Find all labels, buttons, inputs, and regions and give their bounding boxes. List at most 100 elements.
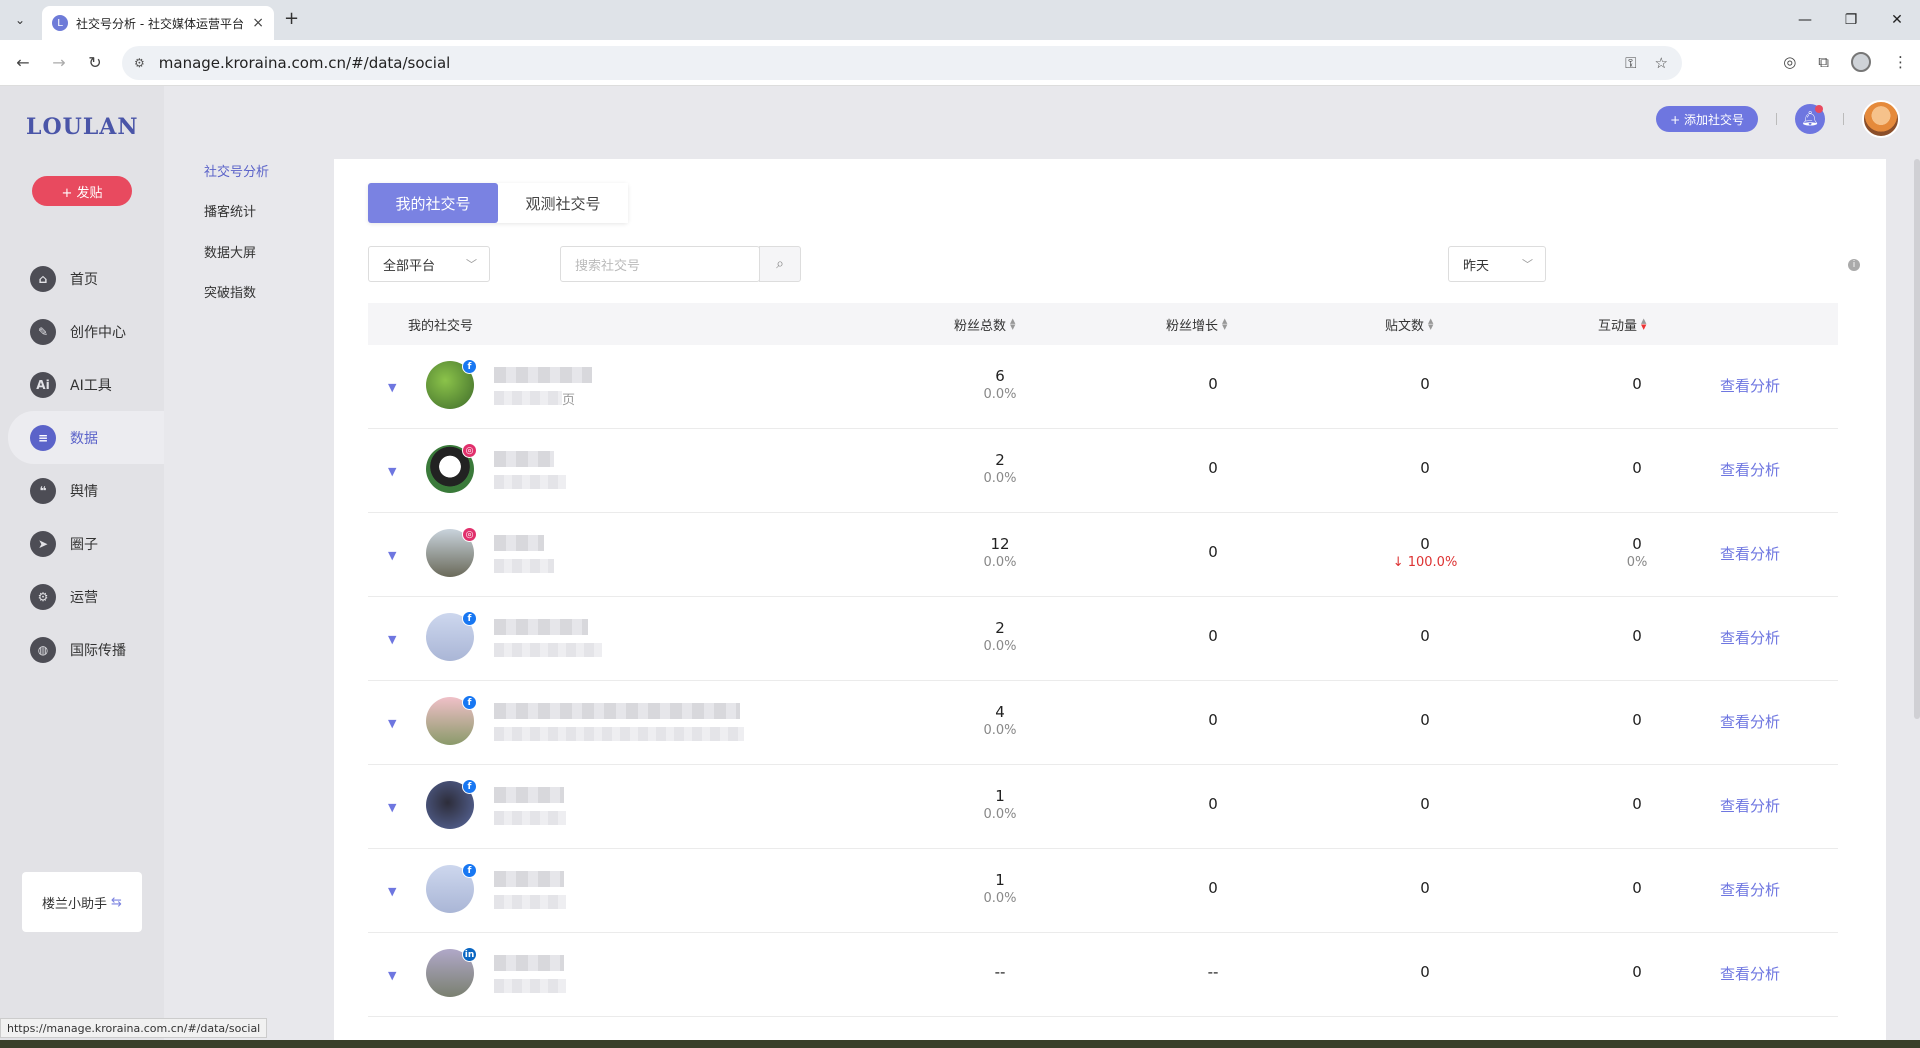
reload-icon[interactable]: ↻ <box>82 53 108 72</box>
sidebar-item-3[interactable]: ≡ 数据 <box>8 411 164 464</box>
view-analysis-link[interactable]: 查看分析 <box>1720 627 1780 648</box>
sidebar-item-label: 首页 <box>70 271 98 288</box>
table-row: ▼ f 4 0.0% 0 0 0 查看分析 <box>368 681 1838 765</box>
col-followers[interactable]: 粉丝总数 ▲ ▼ <box>954 303 1015 345</box>
platform-select[interactable]: 全部平台 ﹀ <box>368 246 490 282</box>
growth-value: 0 <box>1208 795 1218 813</box>
expand-caret-icon[interactable]: ▼ <box>388 381 396 394</box>
favicon-icon: L <box>52 15 68 31</box>
restore-icon[interactable]: ❐ <box>1828 0 1874 40</box>
engagement-cell: 0 <box>1577 459 1697 477</box>
sort-icon[interactable]: ▲ ▼ <box>1222 318 1227 331</box>
profile-avatar[interactable] <box>1851 52 1871 72</box>
expand-caret-icon[interactable]: ▼ <box>388 465 396 478</box>
account-suffix: 页 <box>562 393 576 408</box>
tab-my-social[interactable]: 我的社交号 <box>368 183 498 223</box>
browser-menu-icon[interactable]: ⋮ <box>1893 53 1908 71</box>
subnav-item-2[interactable]: 数据大屏 <box>204 242 256 261</box>
facebook-icon: f <box>462 779 477 794</box>
back-icon[interactable]: ← <box>10 53 36 72</box>
add-social-button[interactable]: + 添加社交号 <box>1656 106 1758 132</box>
growth-value: 0 <box>1208 543 1218 561</box>
down-arrow-pct: ↓ 100.0% <box>1392 555 1458 570</box>
view-analysis-link[interactable]: 查看分析 <box>1720 963 1780 984</box>
followers-value: 1 <box>995 871 1005 889</box>
post-button[interactable]: + 发贴 <box>32 176 132 206</box>
followers-cell: 1 0.0% <box>940 871 1060 906</box>
col-account-label: 我的社交号 <box>408 318 474 334</box>
sidebar-item-1[interactable]: ✎ 创作中心 <box>8 305 164 358</box>
expand-caret-icon[interactable]: ▼ <box>388 969 396 982</box>
close-tab-icon[interactable]: × <box>252 15 264 31</box>
site-info-icon[interactable]: ⚙ <box>134 56 145 70</box>
user-avatar[interactable] <box>1862 100 1900 138</box>
expand-caret-icon[interactable]: ▼ <box>388 801 396 814</box>
sidebar-item-2[interactable]: Ai AI工具 <box>8 358 164 411</box>
scrollbar[interactable] <box>1914 159 1920 719</box>
col-growth-label: 粉丝增长 <box>1166 318 1219 334</box>
extension-circle-icon[interactable]: ◎ <box>1783 53 1796 71</box>
info-icon[interactable]: i <box>1848 259 1860 271</box>
extensions-puzzle-icon[interactable]: ⧉ <box>1818 53 1829 71</box>
minimize-icon[interactable]: — <box>1782 0 1828 40</box>
sidebar-item-7[interactable]: ◍ 国际传播 <box>8 623 164 676</box>
sidebar-item-4[interactable]: ❝ 舆情 <box>8 464 164 517</box>
expand-caret-icon[interactable]: ▼ <box>388 717 396 730</box>
posts-cell: 0 <box>1365 375 1485 393</box>
view-analysis-link[interactable]: 查看分析 <box>1720 711 1780 732</box>
sidebar-item-0[interactable]: ⌂ 首页 <box>8 252 164 305</box>
sort-icon[interactable]: ▲ ▼ <box>1010 318 1015 331</box>
followers-cell: -- <box>940 963 1060 981</box>
forward-icon[interactable]: → <box>46 53 72 72</box>
sidebar-item-5[interactable]: ➤ 圈子 <box>8 517 164 570</box>
view-analysis-link[interactable]: 查看分析 <box>1720 375 1780 396</box>
tab-observed-social[interactable]: 观测社交号 <box>498 183 628 223</box>
close-window-icon[interactable]: ✕ <box>1874 0 1920 40</box>
subnav-item-3[interactable]: 突破指数 <box>204 282 256 301</box>
browser-tab[interactable]: L 社交号分析 - 社交媒体运营平台 × <box>42 6 274 40</box>
view-analysis-link[interactable]: 查看分析 <box>1720 879 1780 900</box>
subnav-item-0[interactable]: 社交号分析 <box>204 161 269 180</box>
helper-button[interactable]: 楼兰小助手 ⇆ <box>22 872 142 932</box>
sidebar-item-label: 圈子 <box>70 536 98 553</box>
sort-icon[interactable]: ▲ ▼ <box>1641 318 1646 331</box>
sort-icon[interactable]: ▲ ▼ <box>1428 318 1433 331</box>
new-tab-button[interactable]: + <box>284 8 299 29</box>
search-input[interactable]: 搜索社交号 <box>560 246 760 282</box>
col-engagement[interactable]: 互动量 ▲ ▼ <box>1598 303 1646 345</box>
tab-search-icon[interactable]: ⌄ <box>6 6 34 34</box>
logo[interactable]: LOULAN <box>26 114 138 140</box>
followers-value: 2 <box>995 619 1005 637</box>
expand-caret-icon[interactable]: ▼ <box>388 549 396 562</box>
growth-value: -- <box>1207 963 1219 981</box>
search-icon[interactable]: ⌕ <box>759 246 801 282</box>
bookmark-star-icon[interactable]: ☆ <box>1655 54 1668 72</box>
url-field[interactable]: ⚙ manage.kroraina.com.cn/#/data/social ⚿… <box>122 46 1682 80</box>
followers-value: -- <box>994 963 1006 981</box>
table-row: ▼ f 1 0.0% 0 0 0 查看分析 <box>368 849 1838 933</box>
divider <box>1843 113 1844 125</box>
key-icon[interactable]: ⚿ <box>1625 54 1636 72</box>
date-select[interactable]: 昨天 ﹀ <box>1448 246 1546 282</box>
expand-caret-icon[interactable]: ▼ <box>388 885 396 898</box>
posts-cell: 0 <box>1365 963 1485 981</box>
posts-value: 0 <box>1420 459 1430 477</box>
chevron-down-icon: ﹀ <box>1522 258 1533 271</box>
sidebar-item-6[interactable]: ⚙ 运营 <box>8 570 164 623</box>
date-select-value: 昨天 <box>1463 258 1490 274</box>
notification-bell-icon[interactable]: 🔔︎ <box>1795 104 1825 134</box>
posts-cell: 0 <box>1365 879 1485 897</box>
expand-caret-icon[interactable]: ▼ <box>388 633 396 646</box>
account-name-redacted <box>494 619 588 635</box>
col-growth[interactable]: 粉丝增长 ▲ ▼ <box>1166 303 1227 345</box>
followers-pct: 0.0% <box>983 387 1017 402</box>
followers-cell: 1 0.0% <box>940 787 1060 822</box>
view-analysis-link[interactable]: 查看分析 <box>1720 795 1780 816</box>
facebook-icon: f <box>462 863 477 878</box>
view-analysis-link[interactable]: 查看分析 <box>1720 543 1780 564</box>
engagement-pct: 0% <box>1626 555 1648 570</box>
subnav-item-1[interactable]: 播客统计 <box>204 201 256 220</box>
swap-icon: ⇆ <box>111 894 122 910</box>
col-posts[interactable]: 贴文数 ▲ ▼ <box>1385 303 1433 345</box>
view-analysis-link[interactable]: 查看分析 <box>1720 459 1780 480</box>
